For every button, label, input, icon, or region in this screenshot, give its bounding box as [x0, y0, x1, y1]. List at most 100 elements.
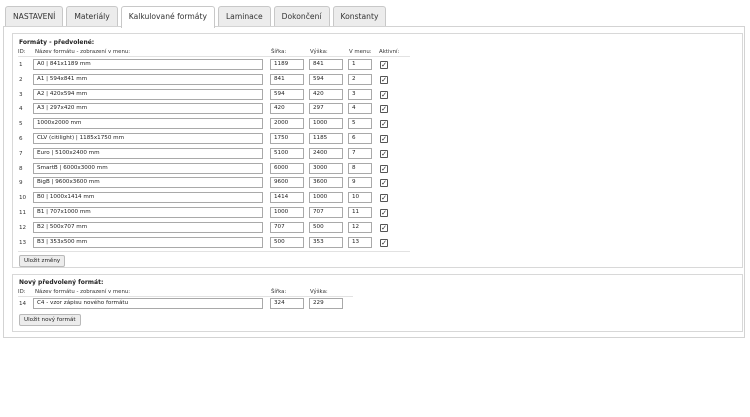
format-menu-order-input[interactable]: 10 — [348, 192, 372, 204]
format-width-input[interactable]: 9600 — [270, 177, 304, 189]
format-name-input[interactable]: A1 | 594x841 mm — [33, 73, 263, 85]
format-height-input[interactable]: 707 — [309, 207, 343, 218]
format-height-input[interactable]: 420 — [309, 88, 343, 100]
tab-laminace[interactable]: Laminace — [217, 6, 271, 27]
col-header-height: Výška: — [310, 49, 328, 55]
check-icon: ✓ — [381, 120, 387, 129]
row-id: 2 — [19, 76, 23, 83]
format-width-input[interactable]: 1189 — [270, 59, 304, 70]
format-menu-order-input[interactable]: 9 — [348, 177, 372, 189]
row-id: 10 — [19, 195, 27, 202]
active-checkbox[interactable]: ✓ — [380, 135, 388, 143]
format-width-input[interactable]: 594 — [270, 88, 304, 100]
col-header-name: Název formátu - zobrazení v menu: — [35, 49, 131, 55]
active-checkbox[interactable]: ✓ — [380, 105, 388, 114]
format-name-input[interactable]: 1000x2000 mm — [33, 118, 263, 130]
format-menu-order-input[interactable]: 1 — [348, 59, 372, 70]
active-checkbox[interactable]: ✓ — [380, 120, 388, 129]
active-checkbox[interactable]: ✓ — [380, 90, 388, 99]
format-name-input[interactable]: CLV (citilight) | 1185x1750 mm — [33, 133, 263, 144]
format-menu-order-input[interactable]: 3 — [348, 88, 372, 100]
row-id: 14 — [19, 301, 27, 307]
row-id: 3 — [19, 91, 23, 98]
format-height-input[interactable]: 500 — [309, 221, 343, 233]
format-menu-order-input[interactable]: 4 — [348, 103, 372, 115]
format-width-input[interactable]: 1000 — [270, 207, 304, 218]
tab-nastavení[interactable]: NASTAVENÍ — [5, 6, 64, 27]
format-width-input[interactable]: 2000 — [270, 118, 304, 130]
save-new-format-button[interactable]: Uložit nový formát — [19, 314, 81, 326]
format-menu-order-input[interactable]: 13 — [348, 236, 372, 248]
format-height-input[interactable]: 3000 — [309, 162, 343, 174]
row-id: 9 — [19, 180, 23, 187]
format-width-input[interactable]: 6000 — [270, 162, 304, 174]
save-changes-button[interactable]: Uložit změny — [19, 255, 66, 267]
check-icon: ✓ — [381, 223, 387, 232]
col-header-height: Výška: — [310, 289, 328, 295]
active-checkbox[interactable]: ✓ — [380, 149, 388, 158]
format-height-input[interactable]: 297 — [309, 103, 343, 115]
format-name-input[interactable]: SmartB | 6000x3000 mm — [33, 162, 263, 174]
new-format-section: Nový předvolený formát: ID: Název formát… — [12, 274, 743, 332]
check-icon: ✓ — [381, 179, 387, 188]
format-height-input[interactable]: 1000 — [309, 192, 343, 204]
tab-kalkulované-formáty[interactable]: Kalkulované formáty — [120, 6, 215, 28]
active-checkbox[interactable]: ✓ — [380, 164, 388, 173]
format-name-input[interactable]: B2 | 500x707 mm — [33, 221, 263, 233]
format-width-input[interactable]: 707 — [270, 221, 304, 233]
tab-dokončení[interactable]: Dokončení — [273, 6, 330, 27]
active-checkbox[interactable]: ✓ — [380, 209, 388, 217]
format-menu-order-input[interactable]: 8 — [348, 162, 372, 174]
format-name-input[interactable]: BigB | 9600x3600 mm — [33, 177, 263, 189]
col-header-menu: V menu: — [349, 49, 372, 55]
format-name-input[interactable]: B3 | 353x500 mm — [33, 236, 263, 248]
format-name-input[interactable]: A2 | 420x594 mm — [33, 88, 263, 100]
new-format-width-input[interactable]: 324 — [270, 298, 304, 309]
format-name-input[interactable]: B1 | 707x1000 mm — [33, 207, 263, 218]
format-menu-order-input[interactable]: 11 — [348, 207, 372, 218]
check-icon: ✓ — [381, 105, 387, 114]
row-id: 11 — [19, 210, 27, 216]
format-height-input[interactable]: 594 — [309, 73, 343, 85]
section-title: Formáty - předvolené: — [19, 39, 95, 46]
format-width-input[interactable]: 1750 — [270, 133, 304, 144]
format-name-input[interactable]: A0 | 841x1189 mm — [33, 59, 263, 70]
format-width-input[interactable]: 5100 — [270, 147, 304, 159]
tab-konstanty[interactable]: Konstanty — [332, 6, 387, 27]
active-checkbox[interactable]: ✓ — [380, 179, 388, 188]
format-height-input[interactable]: 841 — [309, 59, 343, 70]
format-width-input[interactable]: 841 — [270, 73, 304, 85]
active-checkbox[interactable]: ✓ — [380, 223, 388, 232]
format-width-input[interactable]: 1414 — [270, 192, 304, 204]
format-height-input[interactable]: 2400 — [309, 147, 343, 159]
check-icon: ✓ — [381, 194, 387, 203]
table-divider — [18, 251, 410, 252]
format-width-input[interactable]: 420 — [270, 103, 304, 115]
format-name-input[interactable]: B0 | 1000x1414 mm — [33, 192, 263, 204]
format-height-input[interactable]: 3600 — [309, 177, 343, 189]
format-menu-order-input[interactable]: 12 — [348, 221, 372, 233]
active-checkbox[interactable]: ✓ — [380, 75, 388, 84]
new-format-name-input[interactable]: C4 - vzor zápisu nového formátu — [33, 298, 263, 309]
format-menu-order-input[interactable]: 2 — [348, 73, 372, 85]
format-menu-order-input[interactable]: 6 — [348, 133, 372, 144]
format-menu-order-input[interactable]: 7 — [348, 147, 372, 159]
format-name-input[interactable]: A3 | 297x420 mm — [33, 103, 263, 115]
row-id: 8 — [19, 165, 23, 172]
format-menu-order-input[interactable]: 5 — [348, 118, 372, 130]
new-format-height-input[interactable]: 229 — [309, 298, 343, 309]
row-id: 12 — [19, 224, 27, 231]
format-height-input[interactable]: 1000 — [309, 118, 343, 130]
active-checkbox[interactable]: ✓ — [380, 61, 388, 69]
header-divider — [18, 296, 353, 297]
tab-bar: NASTAVENÍ Materiály Kalkulované formáty Lam… — [5, 6, 389, 28]
tab-materiály[interactable]: Materiály — [66, 6, 118, 27]
format-width-input[interactable]: 500 — [270, 236, 304, 248]
active-checkbox[interactable]: ✓ — [380, 194, 388, 203]
format-name-input[interactable]: Euro | 5100x2400 mm — [33, 147, 263, 159]
col-header-width: Šířka: — [271, 49, 287, 55]
format-height-input[interactable]: 1185 — [309, 133, 343, 144]
active-checkbox[interactable]: ✓ — [380, 238, 388, 247]
section-title: Nový předvolený formát: — [19, 279, 104, 286]
format-height-input[interactable]: 353 — [309, 236, 343, 248]
